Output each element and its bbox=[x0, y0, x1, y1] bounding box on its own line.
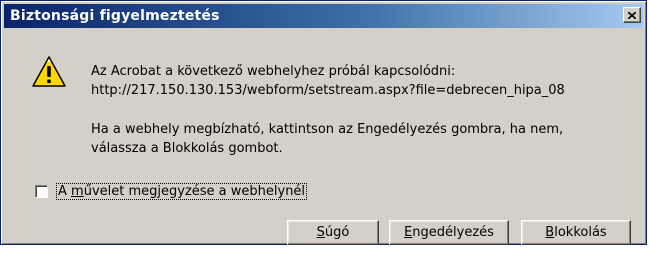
message-line-4: válassza a Blokkolás gombot. bbox=[91, 141, 283, 156]
window-title: Biztonsági figyelmeztetés bbox=[10, 8, 220, 24]
help-button[interactable]: Súgó bbox=[287, 220, 379, 245]
remember-action-label[interactable]: A művelet megjegyzése a webhelynél bbox=[56, 183, 308, 200]
message-line-3: Ha a webhely megbízható, kattintson az E… bbox=[91, 122, 564, 137]
allow-accel-key: E bbox=[404, 225, 413, 240]
close-icon bbox=[628, 11, 636, 19]
warning-icon bbox=[32, 56, 66, 87]
title-bar[interactable]: Biztonsági figyelmeztetés bbox=[4, 4, 643, 28]
help-accel-key: S bbox=[316, 225, 325, 240]
message-line-1: Az Acrobat a következő webhelyhez próbál… bbox=[91, 64, 456, 79]
label-rest: űvelet megjegyzése a webhelynél bbox=[83, 184, 306, 199]
label-accel-key: m bbox=[71, 184, 84, 199]
allow-button[interactable]: Engedélyezés bbox=[389, 220, 509, 245]
remember-action-row[interactable]: A művelet megjegyzése a webhelynél bbox=[35, 183, 308, 200]
label-prefix: A bbox=[58, 184, 72, 199]
close-button[interactable] bbox=[623, 7, 641, 23]
block-button[interactable]: Blokkolás bbox=[521, 220, 631, 245]
remember-action-checkbox[interactable] bbox=[35, 185, 48, 198]
block-accel-key: B bbox=[545, 225, 555, 240]
message-url: http://217.150.130.153/webform/setstream… bbox=[91, 83, 565, 98]
block-label-rest: lokkolás bbox=[554, 225, 607, 240]
help-label-rest: úgó bbox=[324, 225, 350, 240]
allow-label-rest: ngedélyezés bbox=[412, 225, 494, 240]
security-warning-dialog: Biztonsági figyelmeztetés Az Acrobat a k… bbox=[0, 0, 647, 245]
